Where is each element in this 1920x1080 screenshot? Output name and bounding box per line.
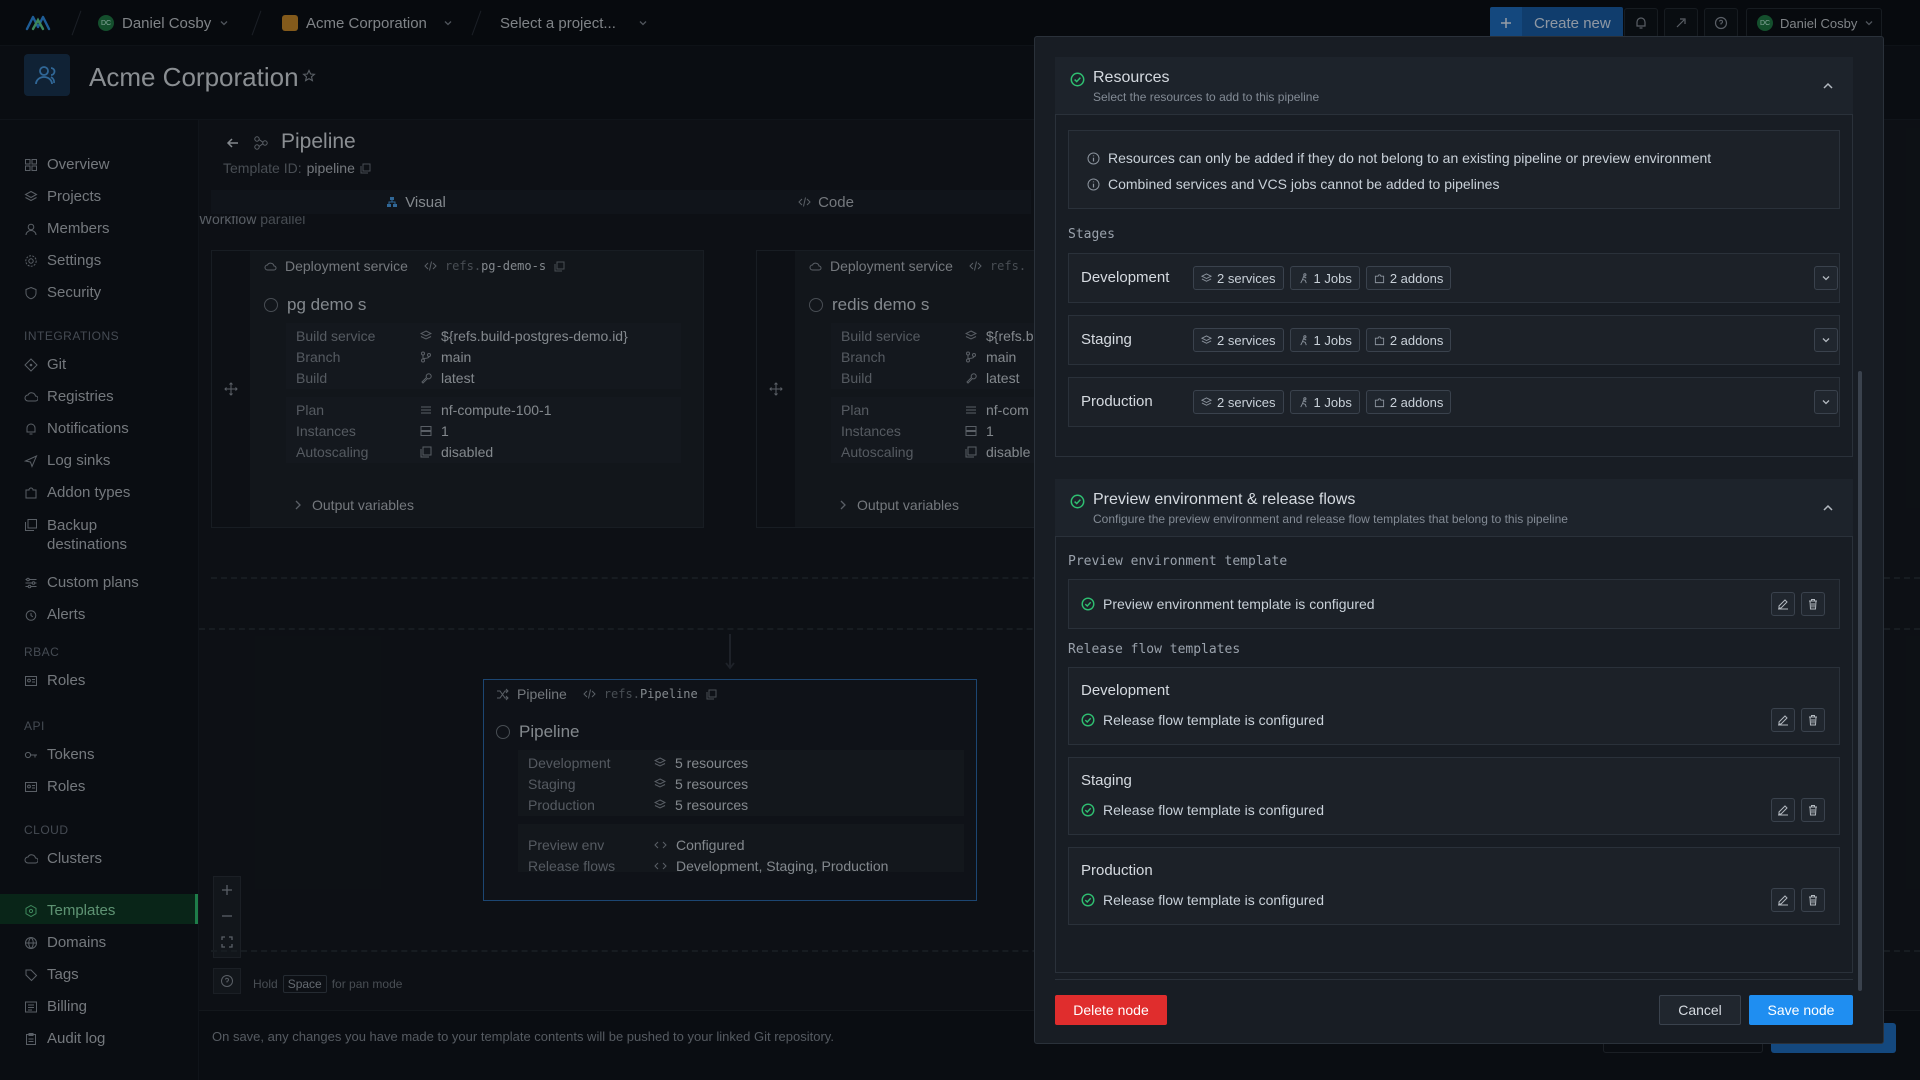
- expand-stage-button[interactable]: [1814, 390, 1838, 414]
- services-chip: 2 services: [1193, 266, 1284, 290]
- services-chip: 2 services: [1193, 328, 1284, 352]
- check-circle-icon: [1081, 893, 1095, 907]
- trash-icon: [1809, 715, 1817, 726]
- addons-chip: 2 addons: [1365, 328, 1452, 352]
- edit-icon: [1778, 599, 1788, 610]
- chevron-down-icon: [1822, 338, 1830, 343]
- expand-stage-button[interactable]: [1814, 266, 1838, 290]
- run-icon: [1299, 272, 1307, 283]
- cancel-button[interactable]: Cancel: [1659, 995, 1741, 1025]
- status-text: Preview environment template is configur…: [1103, 596, 1375, 612]
- status-text: Release flow template is configured: [1103, 802, 1325, 818]
- chevron-up-icon[interactable]: [1822, 503, 1834, 513]
- jobs-chip: 1 Jobs: [1289, 390, 1360, 414]
- check-circle-icon: [1081, 597, 1095, 611]
- release-flow-row: [1068, 667, 1840, 745]
- chip-label: 2 services: [1217, 270, 1276, 286]
- preview-title: Preview environment & release flows: [1093, 491, 1356, 508]
- layers-icon: [1201, 272, 1212, 282]
- delete-button[interactable]: [1801, 592, 1825, 616]
- info-icon: [1087, 152, 1100, 164]
- stage-chips: 2 services 1 Jobs 2 addons: [1193, 390, 1457, 414]
- chip-label: 2 addons: [1389, 332, 1444, 348]
- resources-subtitle: Select the resources to add to this pipe…: [1093, 90, 1320, 104]
- chip-label: 2 addons: [1389, 394, 1444, 410]
- info-line: Combined services and VCS jobs cannot be…: [1087, 176, 1499, 192]
- info-text: Combined services and VCS jobs cannot be…: [1108, 176, 1500, 192]
- check-circle-icon: [1070, 72, 1085, 87]
- jobs-chip: 1 Jobs: [1289, 328, 1360, 352]
- release-flows-label: Release flow templates: [1068, 642, 1241, 657]
- edit-button[interactable]: [1771, 708, 1795, 732]
- status-text: Release flow template is configured: [1103, 892, 1325, 908]
- trash-icon: [1809, 805, 1817, 816]
- jobs-chip: 1 Jobs: [1289, 266, 1360, 290]
- stage-chips: 2 services 1 Jobs 2 addons: [1193, 328, 1457, 352]
- delete-button[interactable]: [1801, 888, 1825, 912]
- node-editor-panel: Resources Select the resources to add to…: [1034, 36, 1884, 1044]
- chevron-up-icon[interactable]: [1822, 81, 1834, 91]
- info-text: Resources can only be added if they do n…: [1108, 150, 1712, 166]
- preview-template-label: Preview environment template: [1068, 554, 1288, 569]
- stage-name: Production: [1081, 393, 1153, 410]
- addons-chip: 2 addons: [1365, 266, 1452, 290]
- chip-label: 2 services: [1217, 394, 1276, 410]
- stage-chips: 2 services 1 Jobs 2 addons: [1193, 266, 1457, 290]
- release-flow-row: [1068, 847, 1840, 925]
- expand-stage-button[interactable]: [1814, 328, 1838, 352]
- release-flow-name: Staging: [1081, 772, 1132, 789]
- trash-icon: [1809, 599, 1817, 610]
- save-node-button[interactable]: Save node: [1749, 995, 1853, 1025]
- info-line: Resources can only be added if they do n…: [1087, 150, 1711, 166]
- chip-label: 2 services: [1217, 332, 1276, 348]
- delete-node-button[interactable]: Delete node: [1055, 995, 1167, 1025]
- puzzle-icon: [1374, 335, 1384, 345]
- divider: [1055, 979, 1853, 980]
- check-circle-icon: [1081, 713, 1095, 727]
- preview-subtitle: Configure the preview environment and re…: [1093, 512, 1568, 526]
- resources-header[interactable]: [1055, 57, 1853, 115]
- delete-button[interactable]: [1801, 708, 1825, 732]
- stages-label: Stages: [1068, 227, 1115, 242]
- puzzle-icon: [1374, 273, 1384, 283]
- status-line: Release flow template is configured: [1081, 802, 1324, 818]
- layers-icon: [1201, 334, 1212, 344]
- edit-icon: [1778, 805, 1788, 816]
- edit-button[interactable]: [1771, 888, 1795, 912]
- check-circle-icon: [1070, 494, 1085, 509]
- layers-icon: [1201, 396, 1212, 406]
- stage-name: Staging: [1081, 331, 1132, 348]
- stage-name: Development: [1081, 269, 1170, 286]
- delete-button[interactable]: [1801, 798, 1825, 822]
- trash-icon: [1809, 895, 1817, 906]
- status-line: Release flow template is configured: [1081, 712, 1324, 728]
- run-icon: [1299, 396, 1307, 407]
- chip-label: 1 Jobs: [1313, 332, 1352, 348]
- edit-icon: [1778, 715, 1788, 726]
- edit-button[interactable]: [1771, 798, 1795, 822]
- status-text: Release flow template is configured: [1103, 712, 1325, 728]
- check-circle-icon: [1081, 803, 1095, 817]
- release-flow-name: Development: [1081, 682, 1170, 699]
- status-line: Release flow template is configured: [1081, 892, 1324, 908]
- info-icon: [1087, 178, 1100, 190]
- chip-label: 1 Jobs: [1313, 394, 1352, 410]
- services-chip: 2 services: [1193, 390, 1284, 414]
- edit-button[interactable]: [1771, 592, 1795, 616]
- status-line: Preview environment template is configur…: [1081, 596, 1375, 612]
- release-flow-name: Production: [1081, 862, 1153, 879]
- release-flow-row: [1068, 757, 1840, 835]
- chip-label: 1 Jobs: [1313, 270, 1352, 286]
- run-icon: [1299, 334, 1307, 345]
- puzzle-icon: [1374, 397, 1384, 407]
- addons-chip: 2 addons: [1365, 390, 1452, 414]
- edit-icon: [1778, 895, 1788, 906]
- panel-scrollbar[interactable]: [1858, 371, 1862, 991]
- chevron-down-icon: [1822, 276, 1830, 281]
- chevron-down-icon: [1822, 400, 1830, 405]
- resources-title: Resources: [1093, 69, 1170, 86]
- chip-label: 2 addons: [1389, 270, 1444, 286]
- info-box: [1068, 130, 1840, 209]
